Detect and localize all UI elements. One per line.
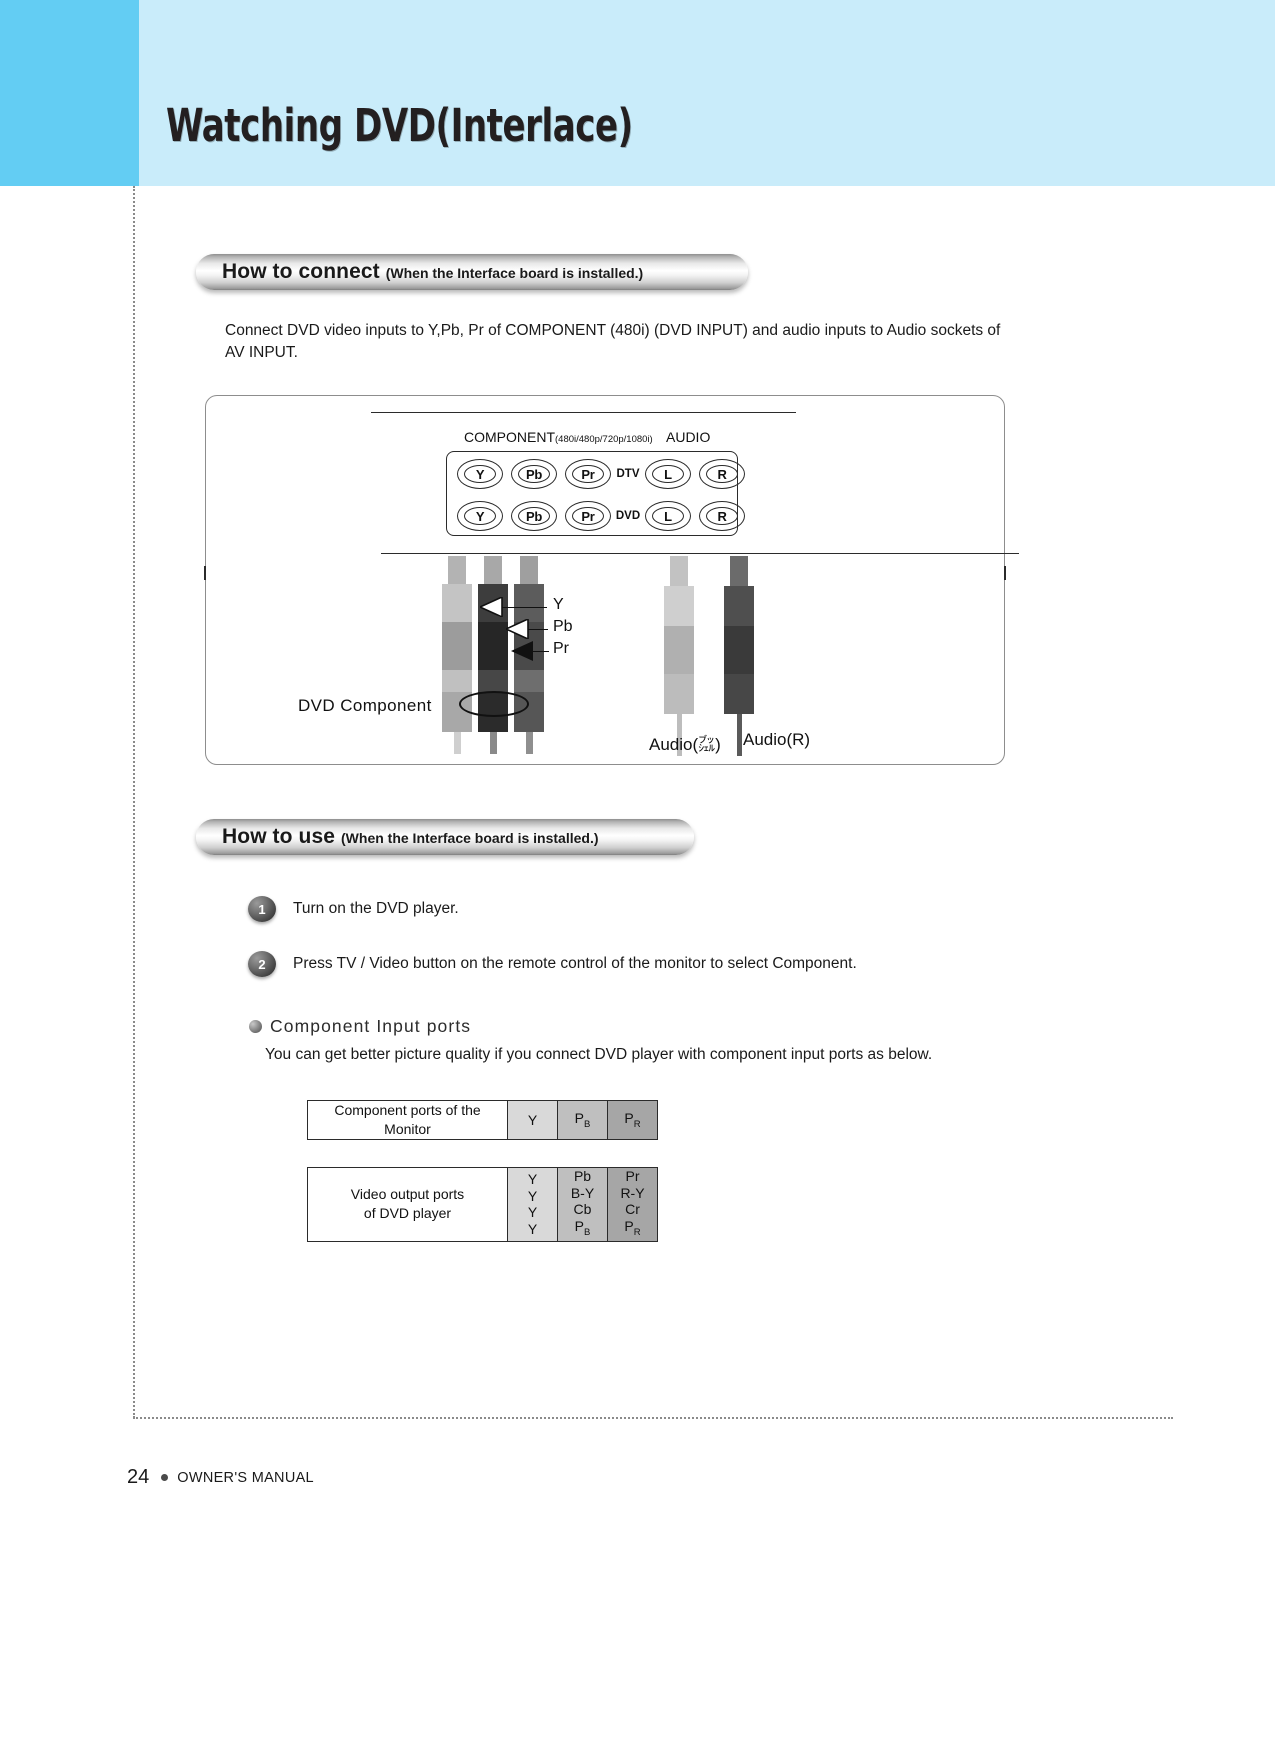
- component-group-label: COMPONENT(480i/480p/720p/1080i): [464, 429, 653, 445]
- cable-label-y: Y: [553, 596, 564, 613]
- dotted-bottom-rule: [133, 1417, 1173, 1419]
- jack-panel: Y Pb Pr DTV L R Y Pb Pr DVD L R: [446, 451, 745, 536]
- jack-dtv-audio-l[interactable]: L: [645, 459, 691, 489]
- banner-how-to-use: How to use (When the Interface board is …: [196, 819, 694, 855]
- dvd-ports-label-line1: Video output ports: [350, 1186, 465, 1203]
- step-2: 2 Press TV / Video button on the remote …: [248, 951, 857, 977]
- table-row: Component ports of the Monitor Y PB PR: [307, 1100, 658, 1140]
- arrow-head-y-outline: [480, 597, 503, 617]
- header-band: [0, 0, 1275, 186]
- jack-dvd-pr[interactable]: Pr: [565, 501, 611, 531]
- step-1: 1 Turn on the DVD player.: [248, 896, 459, 922]
- jack-dvd-pb[interactable]: Pb: [511, 501, 557, 531]
- dvd-output-ports-table: Video output ports of DVD player Y Y Y Y…: [307, 1167, 658, 1242]
- step-1-number: 1: [248, 896, 276, 922]
- jack-row-dtv-source: DTV: [616, 468, 640, 480]
- dvd-cell-pr-last: PR: [624, 1217, 641, 1238]
- dvd-cell-pb: Pb B-Y Cb PB: [557, 1167, 608, 1242]
- jack-dtv-y[interactable]: Y: [457, 459, 503, 489]
- audio-group-label: AUDIO: [666, 429, 711, 445]
- cable-label-pb: Pb: [553, 618, 573, 635]
- diagram-rule-top: [371, 412, 796, 413]
- dvd-ports-label: Video output ports of DVD player: [307, 1167, 508, 1242]
- monitor-cell-pb: PB: [557, 1100, 608, 1140]
- jack-row-dtv: Y Pb Pr DTV L R: [447, 454, 745, 494]
- monitor-ports-label: Component ports of the Monitor: [307, 1100, 508, 1140]
- arrow-head-pb-outline: [506, 619, 529, 639]
- dvd-ports-label-line2: of DVD player: [363, 1205, 452, 1222]
- bullet-icon: [249, 1020, 262, 1033]
- jack-row-dvd: Y Pb Pr DVD L R: [447, 496, 745, 536]
- step-2-text: Press TV / Video button on the remote co…: [293, 955, 857, 972]
- component-input-ports-title: Component Input ports: [270, 1016, 472, 1036]
- monitor-cell-pr: PR: [607, 1100, 658, 1140]
- page-footer: 24 OWNER'S MANUAL: [127, 1466, 314, 1489]
- step-1-text: Turn on the DVD player.: [293, 900, 459, 917]
- footer-dot-icon: [161, 1474, 169, 1481]
- step-2-number: 2: [248, 951, 276, 977]
- connection-diagram: COMPONENT(480i/480p/720p/1080i) AUDIO Y …: [204, 395, 1019, 765]
- banner-how-to-connect-title: How to connect: [222, 260, 380, 283]
- monitor-cell-y: Y: [507, 1100, 558, 1140]
- banner-how-to-use-subtitle: (When the Interface board is installed.): [341, 830, 599, 846]
- banner-how-to-use-title: How to use: [222, 825, 336, 848]
- dvd-cell-y: Y Y Y Y: [507, 1167, 558, 1242]
- footer-page-number: 24: [127, 1466, 150, 1488]
- jack-row-dvd-source: DVD: [615, 510, 641, 522]
- monitor-ports-label-line1: Component ports of the: [334, 1102, 481, 1118]
- component-input-ports-description: You can get better picture quality if yo…: [265, 1046, 933, 1063]
- cable-highlight-ellipse: [459, 691, 529, 717]
- dvd-cell-pr: Pr R-Y Cr PR: [607, 1167, 658, 1242]
- audio-right-label: Audio(R): [743, 730, 811, 749]
- banner-how-to-connect-subtitle: (When the Interface board is installed.): [385, 265, 644, 281]
- footer-label: OWNER'S MANUAL: [177, 1469, 314, 1486]
- component-input-ports-heading: Component Input ports: [249, 1016, 471, 1037]
- banner-how-to-connect: How to connect (When the Interface board…: [196, 254, 748, 290]
- table-row: Video output ports of DVD player Y Y Y Y…: [307, 1167, 658, 1242]
- audio-cable-plugs: [664, 556, 766, 756]
- connect-paragraph: Connect DVD video inputs to Y,Pb, Pr of …: [225, 322, 1001, 361]
- diagram-rule-mid: [381, 553, 1019, 554]
- jack-dvd-audio-l[interactable]: L: [645, 501, 691, 531]
- dvd-cell-pb-last: PB: [574, 1217, 591, 1238]
- cable-label-pr: Pr: [553, 640, 569, 657]
- diagram-tick-left: [204, 566, 206, 580]
- jack-dvd-y[interactable]: Y: [457, 501, 503, 531]
- jack-dtv-pb[interactable]: Pb: [511, 459, 557, 489]
- page-title: Watching DVD(Interlace): [166, 99, 633, 152]
- arrow-head-pr-outline: [511, 641, 533, 661]
- jack-dtv-audio-r[interactable]: R: [699, 459, 745, 489]
- audio-left-label: Audio(㌴): [649, 735, 721, 754]
- arrow-line-y: [499, 607, 547, 608]
- jack-dvd-audio-r[interactable]: R: [699, 501, 745, 531]
- component-label-text: COMPONENT: [464, 429, 555, 445]
- component-label-suffix: (480i/480p/720p/1080i): [555, 434, 653, 445]
- jack-dtv-pr[interactable]: Pr: [565, 459, 611, 489]
- monitor-ports-label-line2: Monitor: [384, 1121, 431, 1137]
- dvd-component-label: DVD Component: [298, 696, 432, 715]
- header-side-tab: [0, 0, 139, 186]
- monitor-ports-table: Component ports of the Monitor Y PB PR: [307, 1100, 658, 1140]
- diagram-tick-right: [1004, 566, 1006, 580]
- dotted-left-rule: [133, 186, 135, 1418]
